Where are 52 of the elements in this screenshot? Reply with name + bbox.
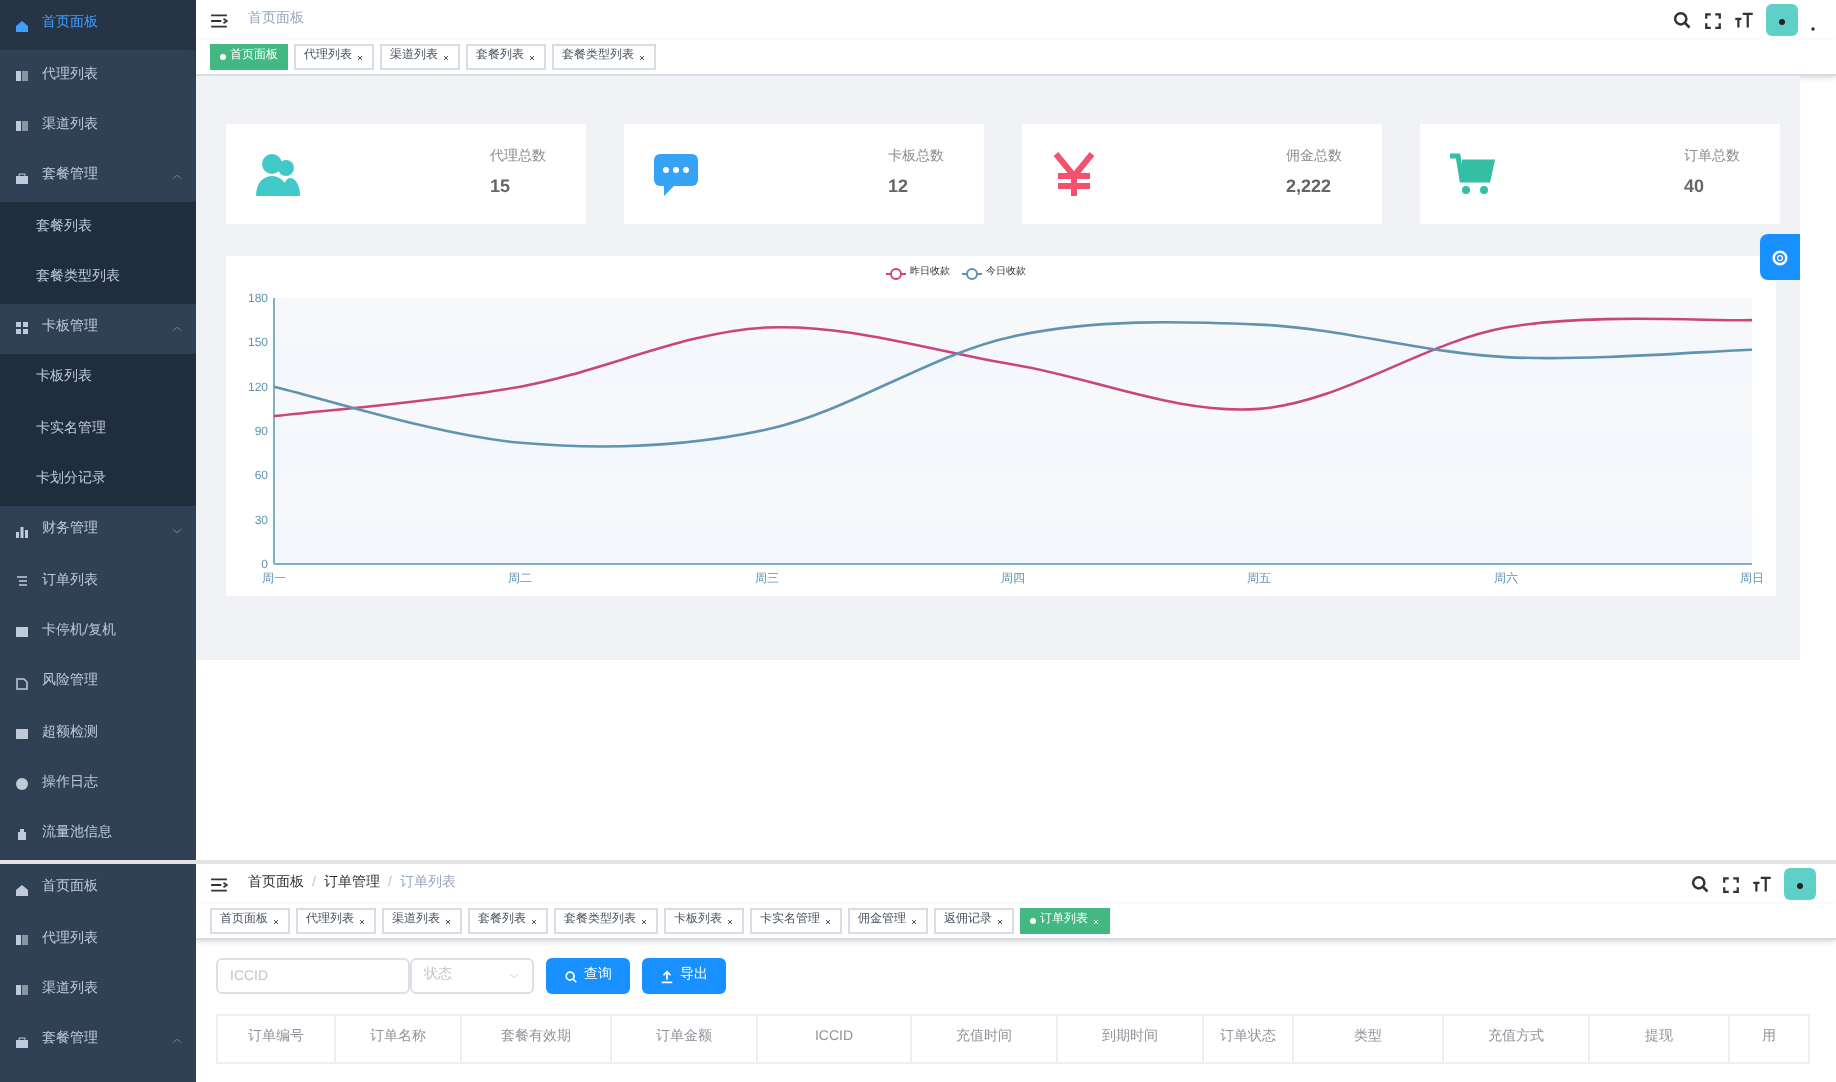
menu-icon (14, 118, 30, 135)
close-icon (530, 917, 538, 925)
menu-icon (14, 523, 30, 540)
menu-icon (14, 17, 30, 34)
menu-icon (14, 1033, 30, 1050)
menu-icon (14, 320, 30, 337)
menu-icon (210, 875, 228, 893)
upload-icon (660, 969, 674, 983)
menu-icon (14, 624, 30, 641)
menu-icon (14, 169, 30, 186)
chat-icon (652, 150, 700, 198)
cart-icon (1448, 150, 1496, 198)
settings-icon (1770, 247, 1790, 267)
close-icon (444, 917, 452, 925)
menu-icon (14, 826, 30, 843)
font-size-icon (1752, 874, 1772, 894)
close-icon (272, 917, 280, 925)
search-icon (1690, 874, 1710, 894)
menu-icon (14, 573, 30, 590)
close-icon (726, 917, 734, 925)
close-icon (528, 53, 536, 61)
close-icon (356, 53, 364, 61)
fullscreen-icon (1704, 11, 1722, 29)
menu-icon (14, 982, 30, 999)
close-icon (1092, 917, 1100, 925)
close-icon (910, 917, 918, 925)
menu-icon (210, 11, 228, 29)
avatar-icon (1784, 868, 1816, 900)
search-icon (1672, 10, 1692, 30)
menu-icon (14, 776, 30, 793)
users-icon (254, 150, 302, 198)
menu-icon (14, 931, 30, 948)
stat-value: 2,222 (1286, 174, 1332, 200)
search-icon (564, 969, 578, 983)
stat-value: 12 (888, 174, 909, 200)
fullscreen-icon (1722, 875, 1740, 893)
menu-icon (14, 725, 30, 742)
font-size-icon (1734, 10, 1754, 30)
close-icon (358, 917, 366, 925)
settings-button[interactable] (1760, 234, 1800, 280)
menu-icon (14, 67, 30, 84)
close-icon (824, 917, 832, 925)
close-icon (996, 917, 1004, 925)
close-icon (442, 53, 450, 61)
avatar-icon (1766, 4, 1798, 36)
stat-value: 40 (1684, 174, 1705, 200)
menu-icon (14, 675, 30, 691)
menu-icon (14, 881, 30, 898)
stat-value: 15 (490, 174, 511, 200)
yen-icon (1050, 150, 1098, 198)
close-icon (640, 917, 648, 925)
close-icon (638, 53, 646, 61)
